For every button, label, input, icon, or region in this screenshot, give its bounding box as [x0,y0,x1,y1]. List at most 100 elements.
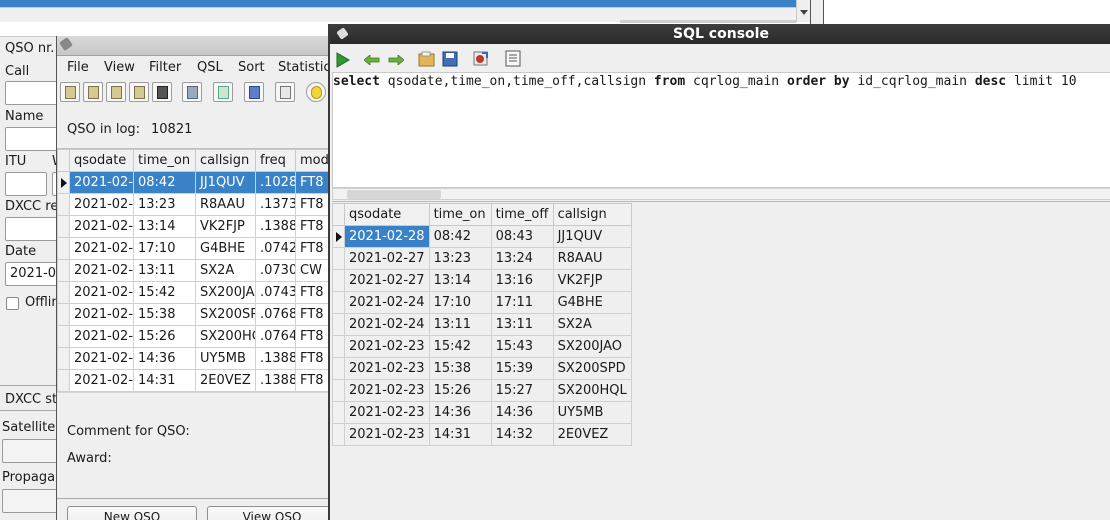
row-indicator[interactable] [57,171,70,194]
background-vertical-scrollbar[interactable] [796,0,810,22]
document-delete-icon[interactable] [129,82,149,102]
table-row[interactable]: 2021-02-214:36UY5MB.1388FT8 [57,347,330,370]
result-cell-time_on[interactable]: 14:36 [428,401,492,424]
table-row[interactable]: 2021-02-213:23R8AAU.1373FT8 [57,193,330,216]
qso-list-horizontal-scrollbar[interactable] [57,392,330,406]
view-qso-button[interactable]: View QSO [207,506,330,520]
table-row[interactable]: 2021-02-215:42SX200JAO.0743FT8 [57,281,330,304]
table-cell-mod[interactable]: FT8 [295,237,330,260]
table-row[interactable]: 2021-02-215:26SX200HQ.0764FT8 [57,325,330,348]
table-row[interactable]: 2021-02-215:38SX200SP.0768FT8 [57,303,330,326]
itu-input[interactable] [5,172,47,196]
result-row[interactable]: 2021-02-23 14:31 14:32 2E0VEZ [332,423,632,446]
table-cell-freq[interactable]: .0730 [255,259,296,282]
table-cell-time_on[interactable]: 15:42 [133,281,196,304]
result-cell-qsodate[interactable]: 2021-02-24 [344,291,430,314]
table-icon[interactable] [275,82,295,102]
result-cell-qsodate[interactable]: 2021-02-23 [344,357,430,380]
table-cell-freq[interactable]: .0764 [255,325,296,348]
offline-checkbox[interactable] [6,297,19,310]
table-cell-mod[interactable]: FT8 [295,281,330,304]
table-cell-time_on[interactable]: 13:23 [133,193,196,216]
result-row[interactable]: 2021-02-28 08:42 08:43 JJ1QUV [332,225,632,248]
result-cell-qsodate[interactable]: 2021-02-23 [344,379,430,402]
result-cell-callsign[interactable]: VK2FJP [552,269,632,292]
table-cell-mod[interactable]: FT8 [295,325,330,348]
table-cell-callsign[interactable]: SX200JAO [195,281,256,304]
table-cell-freq[interactable]: .0768 [255,303,296,326]
result-cell-qsodate[interactable]: 2021-02-28 [344,225,430,248]
export-icon[interactable] [472,50,489,67]
result-cell-callsign[interactable]: JJ1QUV [552,225,632,248]
binoculars-icon[interactable] [152,82,172,102]
menu-statistic[interactable]: Statistic [278,60,330,75]
table-cell-qsodate[interactable]: 2021-02-2 [69,281,134,304]
sql-query-editor[interactable]: select qsodate,time_on,time_off,callsign… [332,72,1110,188]
result-cell-time_on[interactable]: 13:23 [428,247,492,270]
result-cell-time_off[interactable]: 13:16 [490,269,554,292]
result-cell-time_on[interactable]: 17:10 [428,291,492,314]
table-cell-callsign[interactable]: G4BHE [195,237,256,260]
row-indicator[interactable] [332,357,345,380]
row-indicator[interactable] [332,423,345,446]
table-cell-mod[interactable]: FT8 [295,215,330,238]
result-cell-callsign[interactable]: G4BHE [552,291,632,314]
row-indicator[interactable] [332,269,345,292]
table-cell-mod[interactable]: FT8 [295,369,330,392]
sql-editor-horizontal-scrollbar[interactable] [332,188,1110,200]
column-header-freq[interactable]: freq [255,149,296,172]
table-cell-time_on[interactable]: 08:42 [133,171,196,194]
result-cell-callsign[interactable]: UY5MB [552,401,632,424]
table-cell-mod[interactable]: FT8 [295,193,330,216]
result-cell-callsign[interactable]: SX200JAO [552,335,632,358]
satellite-select[interactable] [2,439,62,463]
table-cell-mod[interactable]: CW [295,259,330,282]
row-indicator[interactable] [332,291,345,314]
document-icon[interactable] [60,82,80,102]
table-cell-callsign[interactable]: JJ1QUV [195,171,256,194]
table-row[interactable]: 2021-02-214:312E0VEZ.1388FT8 [57,369,330,392]
result-cell-qsodate[interactable]: 2021-02-23 [344,423,430,446]
table-cell-qsodate[interactable]: 2021-02-2 [69,237,134,260]
bar-chart-icon[interactable] [244,82,264,102]
result-cell-time_off[interactable]: 13:24 [490,247,554,270]
result-cell-time_off[interactable]: 08:43 [490,225,554,248]
new-qso-button[interactable]: New QSO [67,506,197,520]
window-icon[interactable] [213,82,233,102]
result-cell-time_on[interactable]: 08:42 [428,225,492,248]
result-cell-callsign[interactable]: SX2A [552,313,632,336]
table-row[interactable]: 2021-02-217:10G4BHE.0742FT8 [57,237,330,260]
row-indicator[interactable] [332,379,345,402]
table-row[interactable]: 2021-02-208:42JJ1QUV.1028FT8 [57,171,330,194]
result-row[interactable]: 2021-02-23 14:36 14:36 UY5MB [332,401,632,424]
result-column-header-qsodate[interactable]: qsodate [344,203,430,226]
result-row[interactable]: 2021-02-27 13:23 13:24 R8AAU [332,247,632,270]
table-cell-time_on[interactable]: 14:36 [133,347,196,370]
table-cell-callsign[interactable]: VK2FJP [195,215,256,238]
result-cell-time_on[interactable]: 15:26 [428,379,492,402]
result-row[interactable]: 2021-02-27 13:14 13:16 VK2FJP [332,269,632,292]
table-cell-freq[interactable]: .1388 [255,369,296,392]
menu-qsl[interactable]: QSL [197,60,223,75]
result-cell-time_off[interactable]: 14:32 [490,423,554,446]
result-row[interactable]: 2021-02-24 13:11 13:11 SX2A [332,313,632,336]
column-header-qsodate[interactable]: qsodate [69,149,134,172]
history-back-icon[interactable] [364,55,380,65]
background-scroll-thumb[interactable] [620,20,796,23]
row-indicator[interactable] [57,347,70,370]
table-cell-time_on[interactable]: 13:14 [133,215,196,238]
bulb-icon[interactable] [306,82,326,102]
result-cell-qsodate[interactable]: 2021-02-23 [344,401,430,424]
result-cell-time_on[interactable]: 14:31 [428,423,492,446]
run-query-icon[interactable] [336,52,350,68]
open-file-icon[interactable] [418,51,435,67]
result-cell-time_off[interactable]: 15:27 [490,379,554,402]
row-indicator[interactable] [332,313,345,336]
row-indicator[interactable] [57,259,70,282]
result-cell-time_on[interactable]: 15:42 [428,335,492,358]
table-cell-freq[interactable]: .1388 [255,215,296,238]
table-cell-qsodate[interactable]: 2021-02-2 [69,369,134,392]
result-column-header-callsign[interactable]: callsign [552,203,632,226]
save-file-icon[interactable] [442,51,458,67]
chevron-down-icon[interactable] [800,10,808,15]
